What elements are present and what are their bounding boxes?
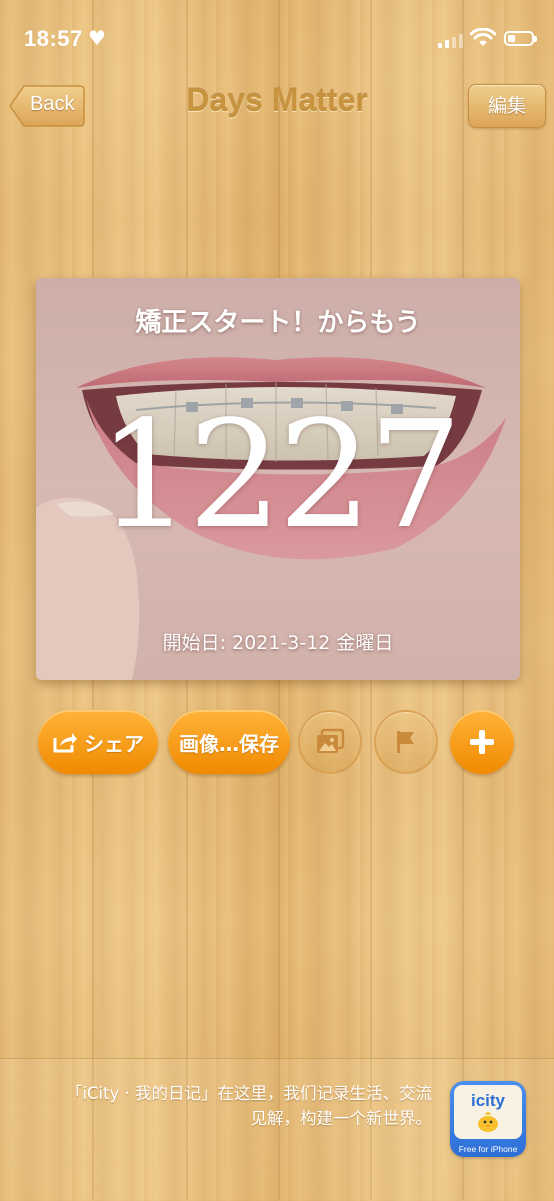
add-button[interactable] [450, 710, 514, 774]
chick-icon [478, 1112, 498, 1132]
edit-button[interactable]: 編集 [468, 84, 546, 128]
background-image-button[interactable] [298, 710, 362, 774]
heart-icon: ♥ [88, 26, 106, 50]
days-count: 1227 [97, 389, 463, 561]
status-time: 18:57 [24, 26, 83, 51]
icity-app-icon[interactable]: icity Free for iPhone [450, 1081, 526, 1157]
share-label: シェア [84, 731, 144, 756]
status-bar: 18:57 ♥ [0, 0, 554, 80]
flag-icon [397, 731, 414, 753]
ad-text-line-1: 「iCity · 我的日记」在这里，我们记录生活、交流 [65, 1084, 432, 1103]
ad-icon-brand: icity [470, 1091, 506, 1110]
ad-banner[interactable]: 「iCity · 我的日记」在这里，我们记录生活、交流 见解，构建一个新世界。 … [0, 1058, 554, 1201]
plus-icon [470, 730, 494, 754]
flag-button[interactable] [374, 710, 438, 774]
ad-text: 「iCity · 我的日记」在这里，我们记录生活、交流 见解，构建一个新世界。 [12, 1081, 432, 1131]
share-icon [53, 733, 77, 753]
signal-icon [438, 32, 463, 48]
save-image-button[interactable]: 画像…保存 [168, 710, 290, 774]
battery-icon [504, 31, 537, 46]
save-image-label: 画像…保存 [179, 731, 279, 756]
image-icon [317, 728, 345, 753]
share-button[interactable]: シェア [38, 710, 158, 774]
ad-icon-subtitle: Free for iPhone [458, 1144, 518, 1154]
start-date: 開始日: 2021-3-12 金曜日 [162, 632, 394, 654]
wifi-icon [470, 28, 496, 46]
event-title: 矯正スタート！からもう [135, 308, 421, 338]
day-counter-card[interactable]: 矯正スタート！からもう 1227 開始日: 2021-3-12 金曜日 [36, 278, 520, 680]
ad-text-line-2: 见解，构建一个新世界。 [250, 1109, 433, 1128]
